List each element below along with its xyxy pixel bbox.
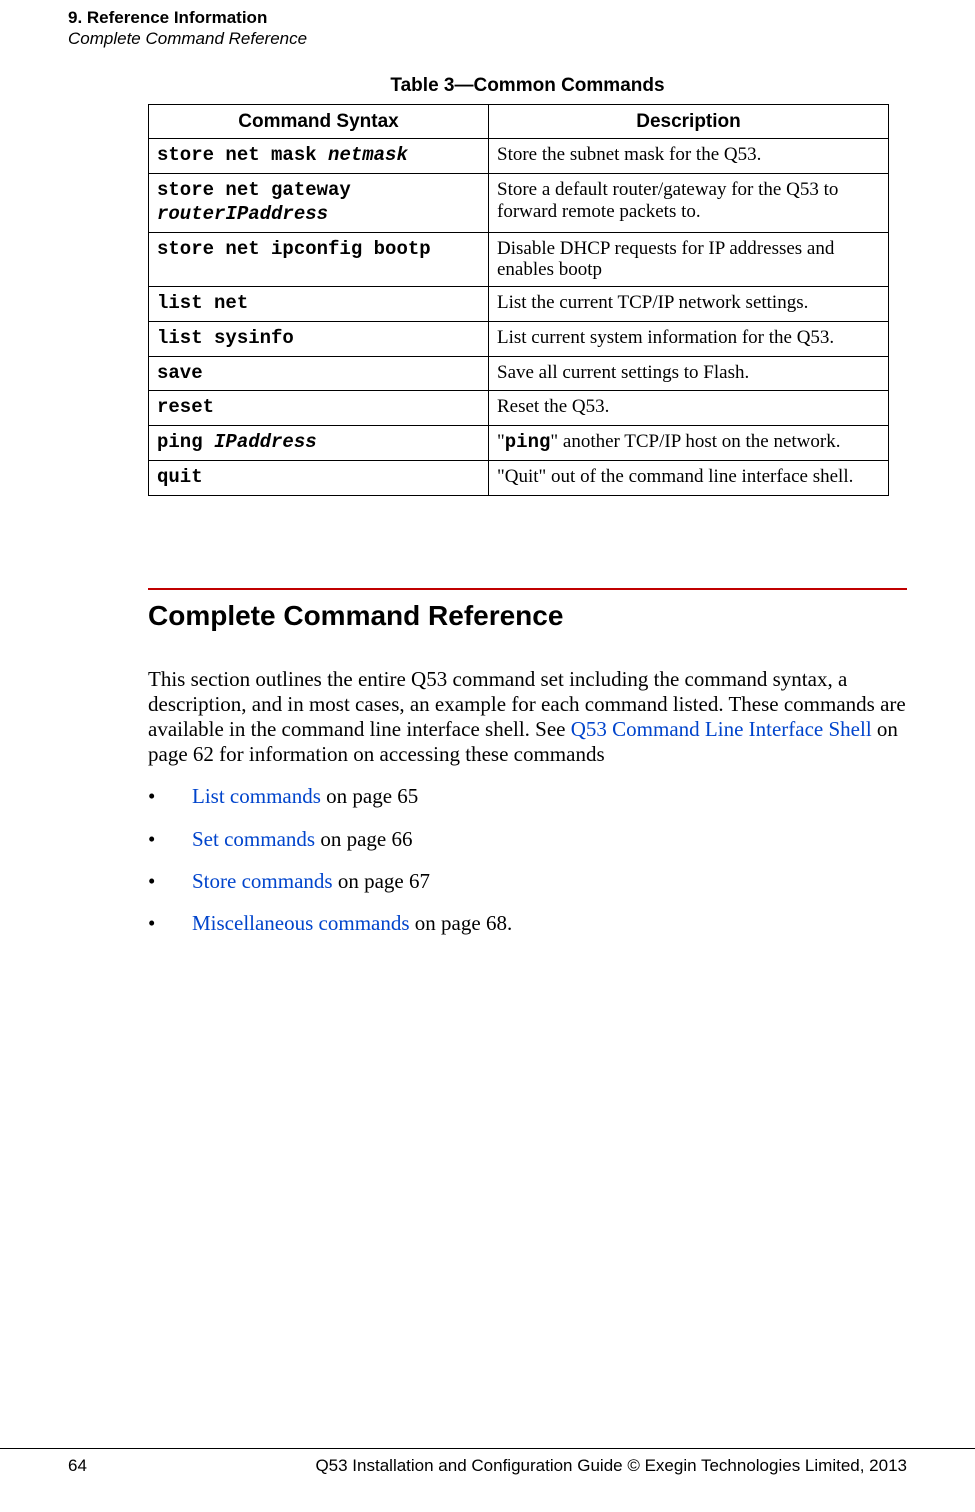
cmd-desc: Save all current settings to Flash. (489, 356, 889, 391)
cmd-syntax: quit (149, 460, 489, 495)
page-number: 64 (68, 1455, 128, 1476)
section-heading: Complete Command Reference (148, 598, 907, 633)
desc-pre: " (497, 431, 505, 452)
bullet-text: on page 68. (410, 911, 513, 935)
table-row: store net mask netmask Store the subnet … (149, 139, 889, 174)
col-header-description: Description (489, 104, 889, 139)
list-item: Miscellaneous commands on page 68. (148, 910, 907, 936)
section-rule (148, 588, 907, 590)
cmd-arg: routerIPaddress (157, 203, 328, 225)
col-header-syntax: Command Syntax (149, 104, 489, 139)
cmd-syntax: list sysinfo (149, 321, 489, 356)
cmd-desc: Store the subnet mask for the Q53. (489, 139, 889, 174)
table-row: store net ipconfig bootp Disable DHCP re… (149, 232, 889, 287)
cmd-text: quit (157, 466, 203, 488)
link-set-commands[interactable]: Set commands (192, 827, 315, 851)
cmd-syntax: reset (149, 391, 489, 426)
cmd-syntax: store net mask netmask (149, 139, 489, 174)
link-misc-commands[interactable]: Miscellaneous commands (192, 911, 410, 935)
cmd-text: save (157, 362, 203, 384)
cmd-arg: netmask (328, 144, 408, 166)
cmd-syntax: store net gateway routerIPaddress (149, 174, 489, 233)
header-section: Complete Command Reference (68, 29, 907, 49)
table-row: ping IPaddress "ping" another TCP/IP hos… (149, 426, 889, 461)
footer-text: Q53 Installation and Configuration Guide… (128, 1455, 907, 1476)
cmd-desc: List current system information for the … (489, 321, 889, 356)
link-store-commands[interactable]: Store commands (192, 869, 333, 893)
cmd-syntax: ping IPaddress (149, 426, 489, 461)
commands-table: Command Syntax Description store net mas… (148, 104, 889, 496)
cmd-syntax: save (149, 356, 489, 391)
table-row: list net List the current TCP/IP network… (149, 287, 889, 322)
cmd-text: reset (157, 396, 214, 418)
header-chapter: 9. Reference Information (68, 8, 907, 28)
desc-post: " another TCP/IP host on the network. (550, 431, 840, 452)
table-row: save Save all current settings to Flash. (149, 356, 889, 391)
cmd-text: store net ipconfig bootp (157, 238, 431, 260)
desc-mono: ping (505, 431, 551, 453)
table-row: quit "Quit" out of the command line inte… (149, 460, 889, 495)
bullet-text: on page 65 (321, 784, 418, 808)
cmd-syntax: list net (149, 287, 489, 322)
commands-table-wrap: Table 3—Common Commands Command Syntax D… (148, 74, 907, 496)
body: Complete Command Reference This section … (148, 588, 907, 937)
cmd-text: store net mask (157, 144, 317, 166)
list-item: Set commands on page 66 (148, 826, 907, 852)
cmd-desc: Reset the Q53. (489, 391, 889, 426)
cmd-desc: Disable DHCP requests for IP addresses a… (489, 232, 889, 287)
table-row: list sysinfo List current system informa… (149, 321, 889, 356)
table-header-row: Command Syntax Description (149, 104, 889, 139)
cmd-desc: Store a default router/gateway for the Q… (489, 174, 889, 233)
cmd-text: store net gateway (157, 179, 351, 201)
link-list-commands[interactable]: List commands (192, 784, 321, 808)
link-cli-shell[interactable]: Q53 Command Line Interface Shell (571, 717, 872, 741)
cmd-text: ping (157, 431, 203, 453)
cmd-text: list net (157, 292, 248, 314)
cmd-desc: List the current TCP/IP network settings… (489, 287, 889, 322)
cmd-text: list sysinfo (157, 327, 294, 349)
page: 9. Reference Information Complete Comman… (0, 0, 975, 1512)
cmd-arg: IPaddress (214, 431, 317, 453)
bullet-text: on page 66 (315, 827, 412, 851)
footer-row: 64 Q53 Installation and Configuration Gu… (68, 1449, 907, 1476)
list-item: List commands on page 65 (148, 783, 907, 809)
cmd-desc: "Quit" out of the command line interface… (489, 460, 889, 495)
cmd-desc: "ping" another TCP/IP host on the networ… (489, 426, 889, 461)
cmd-syntax: store net ipconfig bootp (149, 232, 489, 287)
table-row: reset Reset the Q53. (149, 391, 889, 426)
page-header: 9. Reference Information Complete Comman… (68, 0, 907, 50)
list-item: Store commands on page 67 (148, 868, 907, 894)
page-footer: 64 Q53 Installation and Configuration Gu… (0, 1448, 975, 1476)
commands-link-list: List commands on page 65 Set commands on… (148, 783, 907, 936)
table-row: store net gateway routerIPaddress Store … (149, 174, 889, 233)
intro-paragraph: This section outlines the entire Q53 com… (148, 667, 907, 768)
table-caption: Table 3—Common Commands (148, 74, 907, 98)
bullet-text: on page 67 (333, 869, 430, 893)
